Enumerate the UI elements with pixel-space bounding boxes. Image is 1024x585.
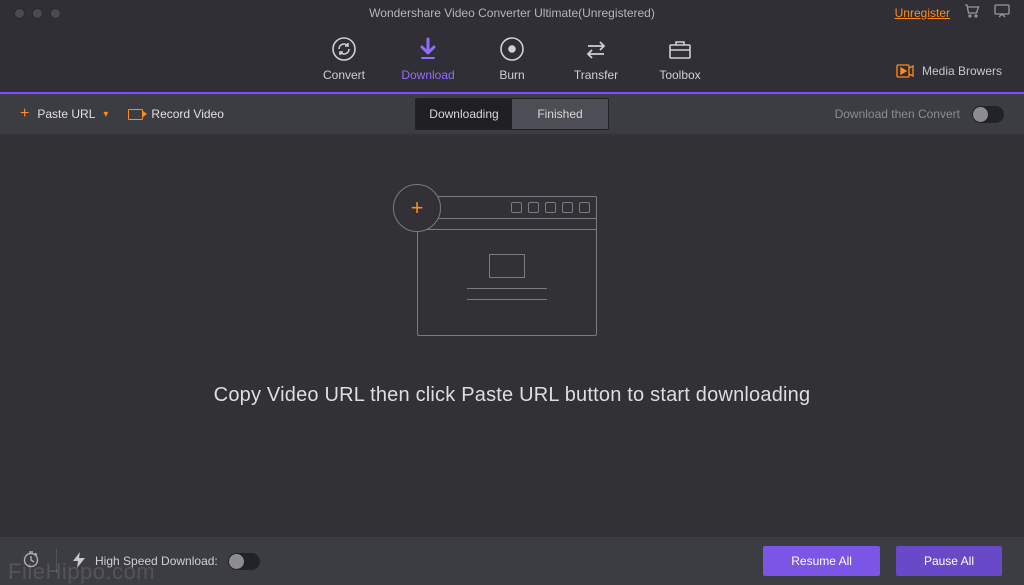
nav-label: Convert [323, 68, 365, 82]
high-speed-toggle[interactable] [228, 553, 260, 570]
state-tabs: Downloading Finished [415, 98, 609, 130]
empty-state-hint: Copy Video URL then click Paste URL butt… [214, 384, 811, 407]
nav-transfer[interactable]: Transfer [554, 36, 638, 82]
window-controls [14, 8, 61, 19]
add-circle-icon: + [393, 184, 441, 232]
record-video-label: Record Video [151, 107, 224, 121]
pause-all-button[interactable]: Pause All [896, 546, 1002, 576]
nav-label: Transfer [574, 68, 618, 82]
download-then-convert-label: Download then Convert [835, 107, 960, 121]
convert-icon [331, 36, 357, 62]
unregister-link[interactable]: Unregister [895, 6, 950, 20]
window-title: Wondershare Video Converter Ultimate(Unr… [0, 6, 1024, 20]
titlebar: Wondershare Video Converter Ultimate(Unr… [0, 0, 1024, 26]
media-label: Media Browers [922, 64, 1002, 78]
download-then-convert-toggle[interactable] [972, 106, 1004, 123]
main-nav: Convert Download Burn Transfer Toolbox M… [0, 26, 1024, 94]
download-icon [415, 36, 441, 62]
burn-icon [499, 36, 525, 62]
minimize-window-button[interactable] [32, 8, 43, 19]
toolbox-icon [667, 36, 693, 62]
tab-downloading[interactable]: Downloading [416, 99, 512, 129]
feedback-icon[interactable] [994, 4, 1010, 23]
nav-label: Burn [499, 68, 524, 82]
divider [56, 549, 57, 573]
close-window-button[interactable] [14, 8, 25, 19]
nav-label: Download [401, 68, 454, 82]
paste-url-button[interactable]: + Paste URL ▾ [20, 105, 108, 123]
transfer-icon [583, 36, 609, 62]
nav-download[interactable]: Download [386, 36, 470, 82]
nav-burn[interactable]: Burn [470, 36, 554, 82]
maximize-window-button[interactable] [50, 8, 61, 19]
content-area: + Copy Video URL then click Paste URL bu… [0, 136, 1024, 537]
media-icon [896, 64, 914, 78]
paste-url-label: Paste URL [37, 107, 95, 121]
nav-toolbox[interactable]: Toolbox [638, 36, 722, 82]
nav-label: Toolbox [659, 68, 700, 82]
high-speed-download: High Speed Download: [73, 552, 260, 571]
chevron-down-icon: ▾ [103, 109, 108, 120]
plus-icon: + [20, 105, 29, 123]
empty-state-illustration: + [417, 196, 607, 336]
sub-toolbar: + Paste URL ▾ Record Video Downloading F… [0, 94, 1024, 134]
timer-icon[interactable] [22, 550, 40, 573]
nav-convert[interactable]: Convert [302, 36, 386, 82]
bottom-bar: High Speed Download: Resume All Pause Al… [0, 537, 1024, 585]
media-browsers-button[interactable]: Media Browers [896, 64, 1002, 78]
tab-finished[interactable]: Finished [512, 99, 608, 129]
record-icon [128, 109, 143, 120]
record-video-button[interactable]: Record Video [128, 107, 224, 121]
cart-icon[interactable] [964, 4, 980, 23]
resume-all-button[interactable]: Resume All [763, 546, 880, 576]
high-speed-label: High Speed Download: [95, 554, 218, 568]
bolt-icon [73, 552, 85, 571]
